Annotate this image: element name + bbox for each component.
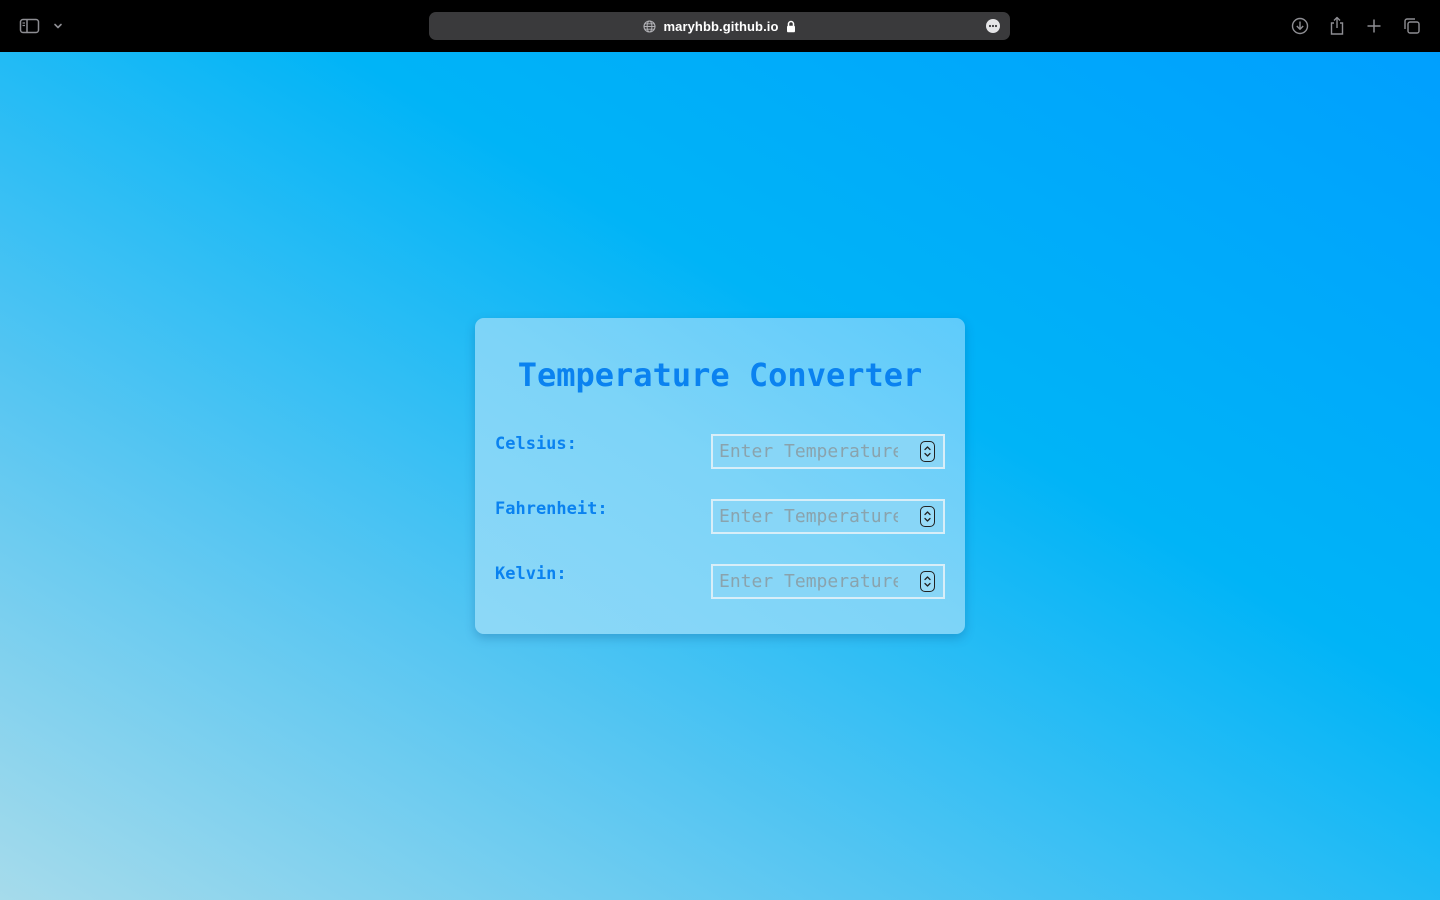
fahrenheit-input[interactable] xyxy=(711,499,945,534)
lock-icon xyxy=(786,20,796,33)
converter-card: Temperature Converter Celsius: Fahrenhei… xyxy=(475,318,965,634)
celsius-label: Celsius: xyxy=(495,434,577,454)
share-icon[interactable] xyxy=(1325,14,1349,38)
download-icon[interactable] xyxy=(1288,14,1312,38)
celsius-stepper[interactable] xyxy=(920,441,935,462)
more-icon[interactable] xyxy=(986,19,1000,33)
url-text: maryhbb.github.io xyxy=(663,18,779,34)
page-title: Temperature Converter xyxy=(517,356,923,394)
kelvin-label: Kelvin: xyxy=(495,564,567,584)
globe-icon xyxy=(643,19,657,33)
plus-icon[interactable] xyxy=(1362,14,1386,38)
chevron-down-icon[interactable] xyxy=(48,14,68,38)
fahrenheit-label: Fahrenheit: xyxy=(495,499,608,519)
celsius-input[interactable] xyxy=(711,434,945,469)
kelvin-stepper[interactable] xyxy=(920,571,935,592)
kelvin-input[interactable] xyxy=(711,564,945,599)
tabs-overview-icon[interactable] xyxy=(1400,14,1424,38)
page-content: Temperature Converter Celsius: Fahrenhei… xyxy=(0,52,1440,900)
browser-toolbar: maryhbb.github.io xyxy=(0,0,1440,52)
address-bar[interactable]: maryhbb.github.io xyxy=(429,12,1010,40)
sidebar-icon[interactable] xyxy=(18,14,42,38)
fahrenheit-stepper[interactable] xyxy=(920,506,935,527)
